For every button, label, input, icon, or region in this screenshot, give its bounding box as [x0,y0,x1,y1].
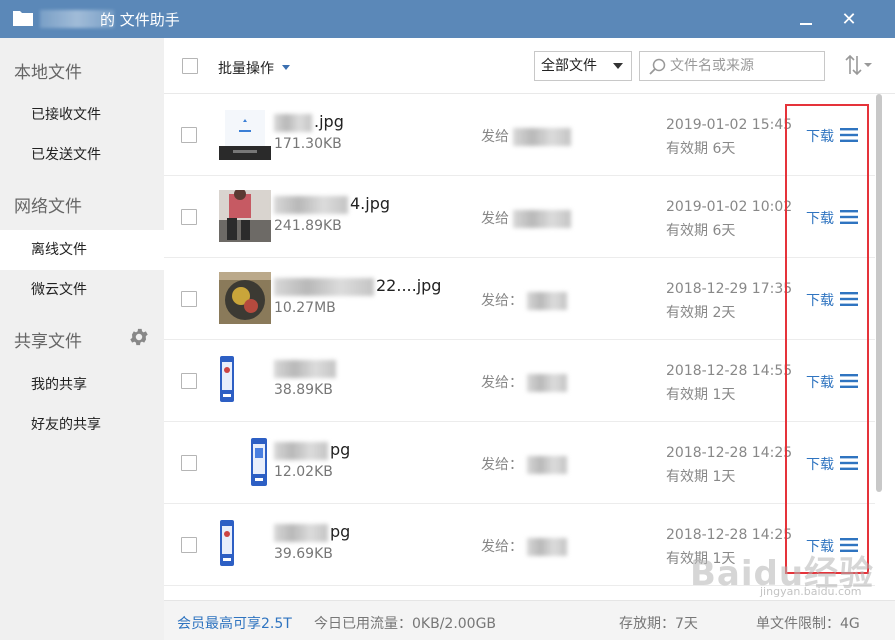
search-input[interactable] [670,55,820,77]
file-size: 12.02KB [274,464,333,480]
file-expiry: 有效期 1天 [666,387,736,403]
minimize-icon[interactable] [790,10,820,30]
blurred-recipient [527,456,568,474]
file-name: 4.jpg [274,194,390,214]
sidebar-item-friend-share[interactable]: 好友的共享 [0,405,164,445]
highlight-annotation-box [785,104,869,574]
row-checkbox[interactable] [181,127,197,143]
file-size: 171.30KB [274,136,342,152]
blurred-recipient [527,374,568,392]
search-box[interactable] [639,51,825,81]
status-footer: 会员最高可享2.5T 今日已用流量：0KB/2.00GB 存放期：7天 单文件限… [164,600,895,640]
vip-link[interactable]: 会员最高可享2.5T [177,613,292,633]
file-size: 10.27MB [274,300,336,316]
row-checkbox[interactable] [181,209,197,225]
file-expiry: 有效期 6天 [666,223,736,239]
sidebar-group-network: 网络文件 [14,197,82,217]
send-to: 发给： [481,290,569,310]
row-checkbox[interactable] [181,455,197,471]
title-bar: 的 文件助手 ✕ [0,0,895,38]
send-to: 发给： [481,454,569,474]
send-to: 发给 [481,208,573,228]
file-date: 2018-12-28 14:25 [666,445,793,461]
search-icon [649,58,666,75]
send-to: 发给 [481,126,573,146]
file-row[interactable]: pg 12.02KB 发给： 2018-12-28 14:25 有效期 1天 下… [164,422,875,504]
file-date: 2019-01-02 10:02 [666,199,793,215]
file-name: 22....jpg [274,276,441,296]
file-date: 2018-12-28 14:25 [666,527,793,543]
sidebar-item-weiyun[interactable]: 微云文件 [0,270,164,310]
file-row[interactable]: 38.89KB 发给： 2018-12-28 14:55 有效期 1天 下载 [164,340,875,422]
row-checkbox[interactable] [181,373,197,389]
blurred-filename [274,113,312,132]
file-date: 2019-01-02 15:45 [666,117,793,133]
file-size-limit: 单文件限制：4G [756,616,860,632]
file-size: 38.89KB [274,382,333,398]
sidebar-group-local: 本地文件 [14,63,82,83]
scrollbar[interactable] [875,94,883,594]
batch-operation-button[interactable]: 批量操作 [218,58,274,78]
sidebar: 本地文件 已接收文件 已发送文件 网络文件 离线文件 微云文件 共享文件 我的共… [0,38,164,640]
row-checkbox[interactable] [181,291,197,307]
blurred-filename [274,195,348,214]
blurred-filename [274,277,374,296]
chevron-down-icon [613,63,623,69]
file-filter-value: 全部文件 [541,58,597,74]
window-title: 的 文件助手 [100,11,180,29]
traffic-usage: 今日已用流量：0KB/2.00GB [314,616,497,632]
close-icon[interactable]: ✕ [834,10,864,30]
sidebar-group-shared: 共享文件 [14,332,82,352]
row-checkbox[interactable] [181,537,197,553]
sidebar-item-offline[interactable]: 离线文件 [0,230,164,270]
watermark-url: jingyan.baidu.com [760,585,862,598]
file-name: pg [274,522,350,542]
file-row[interactable]: 22....jpg 10.27MB 发给： 2018-12-29 17:35 有… [164,258,875,340]
file-thumbnail [219,108,271,160]
select-all-checkbox[interactable] [182,58,198,74]
file-name: pg [274,440,350,460]
file-thumbnail [219,272,271,324]
file-expiry: 有效期 6天 [666,141,736,157]
file-row[interactable]: .jpg 171.30KB 发给 2019-01-02 15:45 有效期 6天… [164,94,875,176]
file-size: 241.89KB [274,218,342,234]
sidebar-item-received[interactable]: 已接收文件 [0,95,164,135]
scrollbar-thumb[interactable] [876,94,882,492]
file-expiry: 有效期 1天 [666,469,736,485]
blurred-recipient [527,538,568,556]
storage-period: 存放期：7天 [619,616,698,632]
gear-icon[interactable] [128,326,150,348]
blurred-recipient [527,292,568,310]
file-name [274,358,338,378]
blurred-filename [274,441,328,460]
file-list: .jpg 171.30KB 发给 2019-01-02 15:45 有效期 6天… [164,94,875,594]
file-thumbnail [219,190,271,242]
toolbar: 批量操作 全部文件 [164,38,895,94]
blurred-filename [274,359,336,378]
file-date: 2018-12-28 14:55 [666,363,793,379]
sidebar-item-sent[interactable]: 已发送文件 [0,135,164,175]
blurred-recipient [513,128,572,146]
send-to: 发给： [481,536,569,556]
file-thumbnail [219,436,271,488]
file-thumbnail [219,518,271,570]
sort-icon[interactable] [844,53,874,77]
file-name: .jpg [274,112,344,132]
file-thumbnail [219,354,271,406]
file-row[interactable]: 4.jpg 241.89KB 发给 2019-01-02 10:02 有效期 6… [164,176,875,258]
sidebar-item-my-share[interactable]: 我的共享 [0,365,164,405]
send-to: 发给： [481,372,569,392]
file-date: 2018-12-29 17:35 [666,281,793,297]
blurred-recipient [513,210,572,228]
file-expiry: 有效期 2天 [666,305,736,321]
file-size: 39.69KB [274,546,333,562]
file-filter-select[interactable]: 全部文件 [534,51,632,81]
caret-down-icon[interactable] [282,65,290,70]
blurred-filename [274,523,328,542]
folder-icon [13,11,33,26]
